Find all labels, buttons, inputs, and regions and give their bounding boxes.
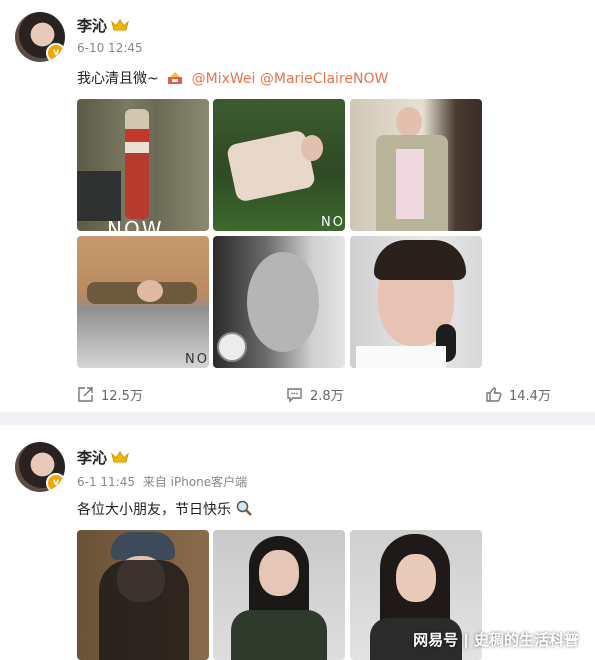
post-photo[interactable] (213, 236, 345, 368)
photo-watermark-text: NO (185, 352, 209, 367)
post-photo[interactable] (77, 530, 209, 660)
post-body: 各位大小朋友，节日快乐 (77, 502, 231, 518)
share-icon (78, 387, 93, 402)
post-photo[interactable] (350, 236, 482, 368)
comment-action[interactable]: 2.8万 (286, 385, 344, 404)
like-action[interactable]: 14.4万 (485, 385, 551, 404)
like-count: 14.4万 (509, 389, 551, 404)
post-photo[interactable]: NO (213, 99, 345, 231)
post-photo[interactable]: NO (77, 236, 209, 368)
post-text: 我心清且微~ @MixWei @MarieClaireNOW (77, 68, 388, 88)
verified-v-icon: v (46, 473, 65, 492)
like-icon (486, 387, 502, 402)
share-action[interactable]: 12.5万 (77, 385, 143, 404)
author-avatar[interactable]: v (15, 442, 65, 492)
post-time[interactable]: 6-1 11:45 (77, 475, 135, 489)
author-name[interactable]: 李沁 (77, 15, 107, 36)
photo-watermark-text: NOW (107, 217, 164, 231)
comment-icon (287, 388, 302, 403)
post-body: 我心清且微~ (77, 71, 159, 87)
post-time[interactable]: 6-10 12:45 (77, 41, 143, 55)
post-text: 各位大小朋友，节日快乐 (77, 499, 256, 519)
mention-mixwei[interactable]: @MixWei (192, 71, 256, 87)
magnifier-emoji-icon (237, 500, 253, 516)
mention-marieclairenow[interactable]: @MarieClaireNOW (260, 71, 388, 87)
post-photo[interactable] (350, 99, 482, 231)
author-avatar[interactable]: v (15, 12, 65, 62)
verified-v-icon: v (46, 43, 65, 62)
weibo-post-2: v 李沁 6-1 11:45 来自 iPhone客户端 各位大小朋友，节日快乐 (0, 425, 595, 660)
watermark-text: 网易号 | 史稠的生活科普 (413, 631, 579, 649)
reading-emoji-icon (168, 72, 183, 84)
crown-badge-icon (111, 19, 129, 31)
post-photo[interactable]: NOW (77, 99, 209, 231)
post-photo[interactable] (213, 530, 345, 660)
comment-count: 2.8万 (310, 389, 344, 404)
crown-badge-icon (111, 451, 129, 463)
share-count: 12.5万 (101, 389, 143, 404)
author-name[interactable]: 李沁 (77, 447, 107, 468)
photo-watermark-text: NO (321, 215, 345, 230)
post-source: 来自 iPhone客户端 (142, 475, 248, 489)
weibo-post-1: v 李沁 6-10 12:45 我心清且微~ @MixWei @MarieCla… (0, 0, 595, 412)
post-meta: 6-1 11:45 来自 iPhone客户端 (77, 473, 247, 490)
